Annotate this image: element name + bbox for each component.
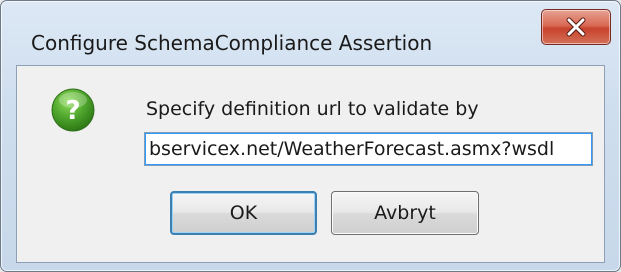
prompt-label: Specify definition url to validate by: [146, 98, 479, 120]
close-button[interactable]: [541, 9, 611, 45]
dialog-titlebar[interactable]: Configure SchemaCompliance Assertion: [1, 1, 620, 59]
ok-button[interactable]: OK: [170, 191, 317, 235]
cancel-button[interactable]: Avbryt: [331, 191, 479, 235]
dialog-title: Configure SchemaCompliance Assertion: [31, 31, 433, 55]
close-icon: [566, 17, 586, 37]
configure-dialog: Configure SchemaCompliance Assertion ? S…: [0, 0, 621, 272]
dialog-content: ? Specify definition url to validate by …: [16, 65, 605, 263]
question-mark-icon: ?: [51, 88, 95, 132]
definition-url-input[interactable]: [144, 132, 593, 166]
svg-text:?: ?: [65, 96, 80, 126]
